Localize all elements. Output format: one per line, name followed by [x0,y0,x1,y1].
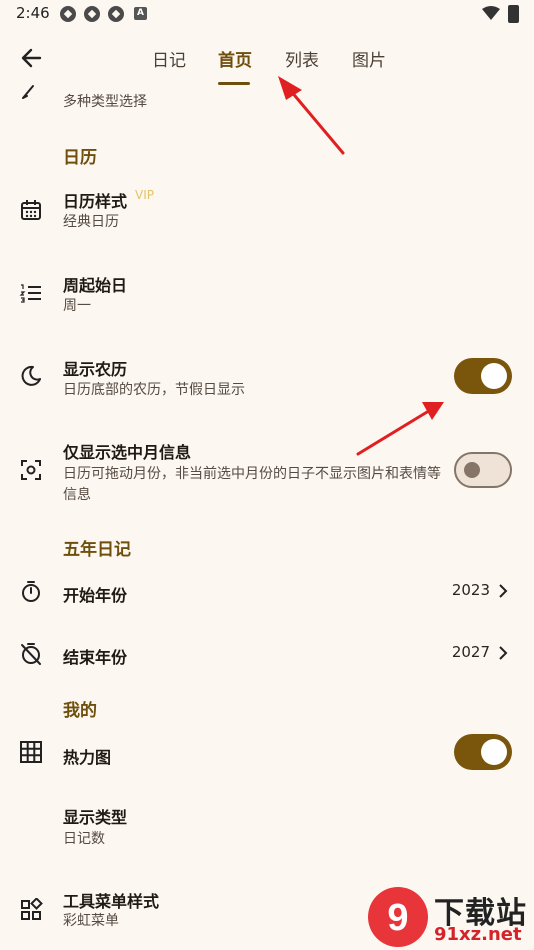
tab-indicator [218,82,250,85]
chevron-right-icon [499,646,508,660]
setting-title: 工具菜单样式 [63,892,160,911]
widgets-icon [21,898,43,920]
section-title-mine: 我的 [63,701,97,721]
numbered-list-icon [19,284,41,303]
section-title-five-year: 五年日记 [63,540,131,560]
moon-icon [21,365,41,386]
setting-subtitle: 经典日历 [63,214,119,230]
tab-home[interactable]: 首页 [218,46,252,71]
app-notification-icon [108,6,124,22]
setting-title: 周起始日 [63,276,128,295]
svg-text:9: 9 [387,897,408,939]
setting-title: 显示农历 [63,360,128,379]
toggle-knob [481,739,507,765]
end-year-value: 2027 [451,643,490,661]
tab-list[interactable]: 列表 [285,46,319,71]
a-notification-icon: A [134,7,147,20]
watermark-url: 91xz.net [434,924,522,945]
timer-off-icon [21,643,41,665]
setting-subtitle: 日历可拖动月份，非当前选中月份的日子不显示图片和表情等信息 [63,466,441,503]
start-year-value: 2023 [451,581,490,599]
settings-screen: 2:46 A 日记 首页 列表 图片 多种类型选择 日历 日历样式 VIP 经典… [0,0,534,950]
lunar-toggle[interactable] [454,358,512,394]
battery-icon [508,5,519,23]
toggle-knob [481,363,507,389]
setting-subtitle: 周一 [63,298,91,314]
status-bar: 2:46 A [0,0,534,28]
app-notification-icon [84,6,100,22]
calendar-icon [21,200,41,220]
status-time: 2:46 [16,4,50,22]
app-notification-icon [60,6,76,22]
timer-icon [22,581,40,602]
setting-title: 热力图 [63,748,112,767]
section-title-calendar: 日历 [63,148,97,168]
top-bar: 日记 首页 列表 图片 [0,30,534,86]
setting-subtitle: 日记数 [63,831,105,847]
setting-title: 日历样式 [63,192,128,211]
back-arrow-icon[interactable] [18,44,46,72]
setting-title: 仅显示选中月信息 [63,443,192,462]
setting-subtitle: 日历底部的农历，节假日显示 [63,382,245,398]
chevron-right-icon [499,584,508,598]
type-select-subtitle: 多种类型选择 [63,94,147,110]
setting-title: 开始年份 [63,586,128,605]
heatmap-toggle[interactable] [454,734,512,770]
tab-pictures[interactable]: 图片 [352,46,386,71]
setting-title: 结束年份 [63,648,128,667]
only-selected-month-toggle[interactable] [454,452,512,488]
focus-icon [21,460,41,480]
setting-subtitle: 彩虹菜单 [63,913,119,929]
pen-icon [22,85,34,99]
tab-diary[interactable]: 日记 [152,46,186,71]
grid-icon [20,741,42,763]
toggle-knob [464,462,480,478]
wifi-icon [482,6,500,20]
vip-badge: VIP [135,188,154,202]
setting-title: 显示类型 [63,808,128,827]
